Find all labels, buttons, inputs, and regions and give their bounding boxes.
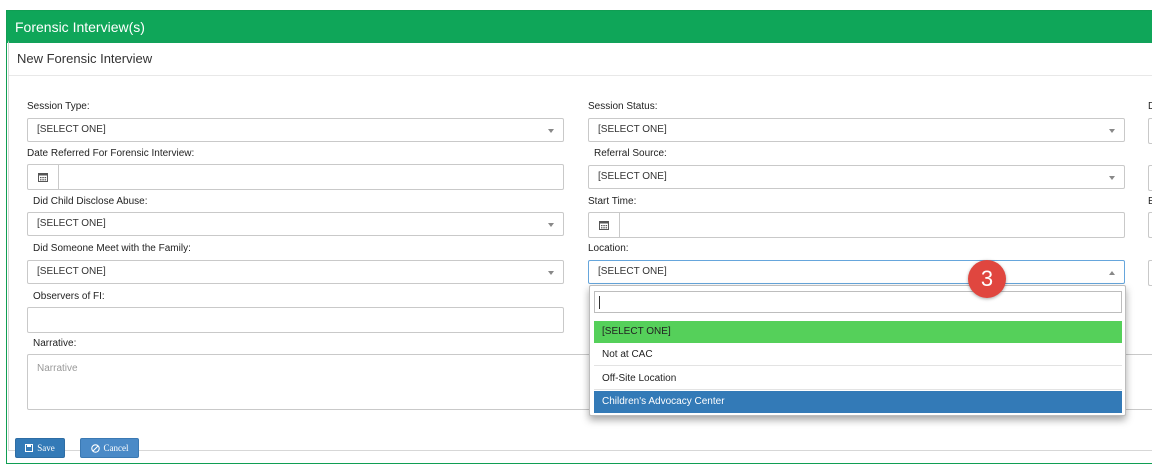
calendar-icon[interactable] (28, 165, 59, 189)
cancel-icon (90, 443, 100, 453)
save-button[interactable]: Save (15, 438, 65, 458)
narrative-label: Narrative: (33, 338, 77, 349)
did-someone-meet-select[interactable]: [SELECT ONE] (27, 260, 564, 284)
chevron-down-icon (1109, 129, 1115, 133)
chevron-down-icon (548, 129, 554, 133)
form-title: New Forensic Interview (9, 43, 1152, 76)
cancel-button[interactable]: Cancel (80, 438, 139, 458)
location-search-input[interactable] (594, 291, 1122, 313)
step-number-badge: 3 (968, 260, 1006, 298)
cancel-button-label: Cancel (103, 443, 129, 453)
chevron-down-icon (548, 271, 554, 275)
location-select[interactable]: [SELECT ONE] (588, 260, 1125, 284)
location-option[interactable]: Children's Advocacy Center (594, 391, 1122, 413)
date-referred-input[interactable] (27, 164, 564, 190)
did-child-disclose-select[interactable]: [SELECT ONE] (27, 212, 564, 236)
narrative-placeholder: Narrative (37, 363, 78, 374)
third-column-label-fragment: D (1148, 101, 1152, 112)
observers-label: Observers of FI: (33, 291, 105, 302)
location-option[interactable]: [SELECT ONE] (594, 321, 1122, 343)
did-someone-meet-value: [SELECT ONE] (37, 266, 106, 277)
third-column-field-fragment[interactable] (1148, 165, 1152, 191)
third-column-label-fragment: E (1148, 196, 1152, 207)
text-cursor (599, 296, 600, 309)
date-referred-label: Date Referred For Forensic Interview: (27, 148, 195, 159)
start-time-label: Start Time: (588, 196, 637, 207)
chevron-up-icon (1109, 271, 1115, 275)
panel-title: Forensic Interview(s) (7, 11, 1152, 43)
location-option[interactable]: Off-Site Location (594, 368, 1122, 390)
third-column-field-fragment[interactable] (1148, 118, 1152, 144)
referral-source-value: [SELECT ONE] (598, 171, 667, 182)
referral-source-label: Referral Source: (594, 148, 667, 159)
chevron-down-icon (548, 223, 554, 227)
location-dropdown: [SELECT ONE] Not at CAC Off-Site Locatio… (589, 285, 1126, 416)
referral-source-select[interactable]: [SELECT ONE] (588, 165, 1125, 189)
session-type-label: Session Type: (27, 101, 90, 112)
third-column-field-fragment[interactable] (1148, 260, 1152, 286)
observers-input[interactable] (27, 307, 564, 333)
location-value: [SELECT ONE] (598, 266, 667, 277)
did-child-disclose-label: Did Child Disclose Abuse: (33, 196, 148, 207)
did-child-disclose-value: [SELECT ONE] (37, 218, 106, 229)
start-time-input[interactable] (588, 212, 1125, 238)
session-status-value: [SELECT ONE] (598, 124, 667, 135)
location-label: Location: (588, 243, 629, 254)
save-button-label: Save (37, 443, 55, 453)
session-type-value: [SELECT ONE] (37, 124, 106, 135)
calendar-icon[interactable] (589, 213, 620, 237)
third-column-field-fragment[interactable] (1148, 212, 1152, 238)
session-type-select[interactable]: [SELECT ONE] (27, 118, 564, 142)
floppy-disk-icon (25, 444, 34, 452)
session-status-label: Session Status: (588, 101, 658, 112)
session-status-select[interactable]: [SELECT ONE] (588, 118, 1125, 142)
chevron-down-icon (1109, 176, 1115, 180)
location-option[interactable]: Not at CAC (594, 344, 1122, 366)
did-someone-meet-label: Did Someone Meet with the Family: (33, 243, 191, 254)
